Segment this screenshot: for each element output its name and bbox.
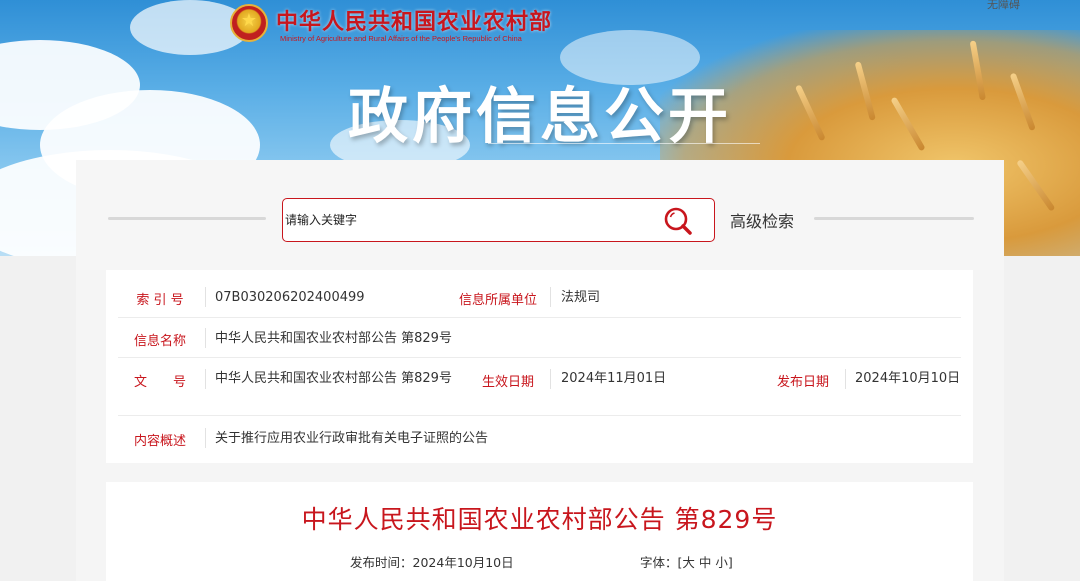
divider-left: [108, 217, 266, 220]
national-emblem-icon[interactable]: [230, 4, 268, 42]
search-input[interactable]: [285, 209, 645, 231]
effective-date-value: 2024年11月01日: [561, 371, 667, 386]
search-icon: [664, 207, 692, 235]
publish-time: 发布时间：2024年10月10日: [350, 552, 514, 571]
effective-date-label: 生效日期: [481, 375, 534, 390]
unit-label: 信息所属单位: [458, 293, 537, 308]
unit-value: 法规司: [561, 290, 601, 305]
info-row-summary: 内容概述 关于推行应用农业行政审批有关电子证照的公告: [118, 416, 961, 463]
ministry-name-en: Ministry of Agriculture and Rural Affair…: [280, 34, 522, 43]
main-panel: 高级检索 索 引 号 07B030206202400499 信息所属单位 法规司…: [76, 160, 1004, 581]
divider-right: [814, 217, 974, 220]
banner-title: 政府信息公开: [348, 82, 732, 152]
cell-divider: [550, 287, 551, 307]
summary-value: 关于推行应用农业行政审批有关电子证照的公告: [215, 431, 489, 446]
name-value: 中华人民共和国农业农村部公告 第829号: [215, 331, 452, 346]
info-row-index: 索 引 号 07B030206202400499 信息所属单位 法规司: [118, 270, 961, 318]
bracket-close: ]: [727, 555, 733, 570]
index-value: 07B030206202400499: [215, 290, 365, 305]
publish-time-label: 发布时间：: [350, 555, 413, 570]
index-label: 索 引 号: [136, 293, 184, 308]
cell-divider: [205, 287, 206, 307]
info-row-docno: 文 号 中华人民共和国农业农村部公告 第829号 生效日期 2024年11月01…: [118, 358, 961, 416]
advanced-search-link[interactable]: 高级检索: [730, 208, 794, 232]
font-size-medium-button[interactable]: 中: [699, 555, 712, 570]
font-size-label: 字体：: [640, 555, 678, 570]
publish-date-label: 发布日期: [776, 375, 829, 390]
search-bar-row: 高级检索: [76, 160, 1004, 270]
font-size-small-button[interactable]: 小: [715, 555, 728, 570]
info-row-name: 信息名称 中华人民共和国农业农村部公告 第829号: [118, 318, 961, 358]
doc-no-label: 文 号: [133, 375, 186, 390]
summary-label: 内容概述: [133, 434, 186, 449]
cell-divider: [205, 369, 206, 389]
info-table: 索 引 号 07B030206202400499 信息所属单位 法规司 信息名称…: [106, 270, 973, 463]
banner-divider: [488, 143, 760, 144]
ministry-name[interactable]: 中华人民共和国农业农村部: [276, 4, 552, 36]
cell-divider: [205, 328, 206, 348]
font-size-selector: 字体：[大 中 小]: [640, 552, 733, 571]
cell-divider: [205, 428, 206, 448]
doc-no-value: 中华人民共和国农业农村部公告 第829号: [215, 371, 452, 386]
publish-date-value: 2024年10月10日: [855, 371, 961, 386]
article-title: 中华人民共和国农业农村部公告 第829号: [301, 505, 778, 534]
cell-divider: [550, 369, 551, 389]
name-label: 信息名称: [133, 334, 186, 349]
search-button[interactable]: [662, 205, 696, 237]
accessibility-link[interactable]: 无障碍: [987, 0, 1020, 12]
cell-divider: [845, 369, 846, 389]
article-panel: 中华人民共和国农业农村部公告 第829号 发布时间：2024年10月10日 字体…: [106, 482, 973, 581]
search-box: [282, 198, 715, 242]
publish-time-value: 2024年10月10日: [412, 555, 514, 570]
font-size-large-button[interactable]: 大: [682, 555, 695, 570]
